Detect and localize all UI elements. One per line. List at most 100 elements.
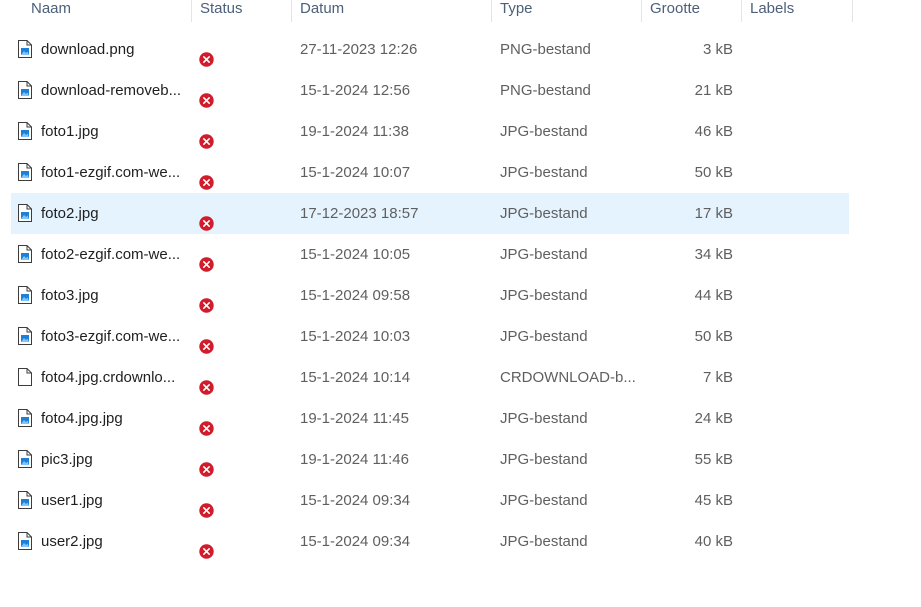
file-date: 15-1-2024 10:14: [300, 369, 411, 386]
image-file-icon: [18, 40, 32, 58]
file-list: download.png 27-11-2023 12:26 PNG-bestan…: [11, 29, 849, 562]
error-icon: [199, 493, 214, 518]
file-date: 15-1-2024 10:07: [300, 164, 411, 181]
file-type: JPG-bestand: [500, 492, 588, 509]
file-size: 34 kB: [694, 246, 733, 263]
error-icon: [199, 247, 214, 272]
error-icon: [199, 288, 214, 313]
column-header-status-label: Status: [200, 0, 243, 17]
status-cell: [199, 111, 217, 152]
column-header-name[interactable]: Naam: [0, 0, 192, 22]
file-size: 55 kB: [694, 451, 733, 468]
file-date: 15-1-2024 12:56: [300, 82, 411, 99]
file-row[interactable]: user1.jpg 15-1-2024 09:34 JPG-bestand 45…: [11, 480, 849, 521]
column-header-date[interactable]: Datum: [292, 0, 492, 22]
file-row[interactable]: user2.jpg 15-1-2024 09:34 JPG-bestand 40…: [11, 521, 849, 562]
column-header-type[interactable]: Type: [492, 0, 642, 22]
file-size: 7 kB: [702, 369, 733, 386]
status-cell: [199, 357, 217, 398]
image-file-icon: [18, 532, 32, 550]
file-row[interactable]: foto2-ezgif.com-we... 15-1-2024 10:05 JP…: [11, 234, 849, 275]
image-file-icon: [18, 163, 32, 181]
image-file-icon: [18, 204, 32, 222]
file-row[interactable]: foto2.jpg 17-12-2023 18:57 JPG-bestand 1…: [11, 193, 849, 234]
file-row[interactable]: download-removeb... 15-1-2024 12:56 PNG-…: [11, 70, 849, 111]
file-type: JPG-bestand: [500, 287, 588, 304]
error-icon: [199, 83, 214, 108]
error-icon: [199, 42, 214, 67]
file-name: download.png: [41, 41, 135, 58]
column-header-size[interactable]: Grootte: [642, 0, 742, 22]
file-date: 19-1-2024 11:46: [300, 451, 409, 468]
file-name: foto3-ezgif.com-we...: [41, 328, 181, 345]
file-row[interactable]: foto3-ezgif.com-we... 15-1-2024 10:03 JP…: [11, 316, 849, 357]
file-date: 17-12-2023 18:57: [300, 205, 419, 222]
file-name: download-removeb...: [41, 82, 182, 99]
status-cell: [199, 70, 217, 111]
file-row[interactable]: download.png 27-11-2023 12:26 PNG-bestan…: [11, 29, 849, 70]
file-size: 46 kB: [694, 123, 733, 140]
file-row[interactable]: foto1.jpg 19-1-2024 11:38 JPG-bestand 46…: [11, 111, 849, 152]
column-separator[interactable]: [852, 0, 853, 22]
file-name: foto4.jpg.jpg: [41, 410, 123, 427]
error-icon: [199, 534, 214, 559]
file-explorer-details-view: Naam Status Datum Type Grootte Labels do…: [0, 0, 921, 607]
image-file-icon: [18, 409, 32, 427]
column-header-labels[interactable]: Labels: [742, 0, 853, 22]
file-row[interactable]: foto4.jpg.jpg 19-1-2024 11:45 JPG-bestan…: [11, 398, 849, 439]
status-cell: [199, 439, 217, 480]
error-icon: [199, 124, 214, 149]
status-cell: [199, 152, 217, 193]
file-date: 27-11-2023 12:26: [300, 41, 418, 58]
image-file-icon: [18, 327, 32, 345]
file-row[interactable]: foto4.jpg.crdownlo... 15-1-2024 10:14 CR…: [11, 357, 849, 398]
column-header-name-label: Naam: [31, 0, 72, 17]
status-cell: [199, 193, 217, 234]
image-file-icon: [18, 491, 32, 509]
column-header-bar: Naam Status Datum Type Grootte Labels: [0, 0, 853, 22]
file-type: JPG-bestand: [500, 164, 588, 181]
file-date: 19-1-2024 11:38: [300, 123, 409, 140]
file-row[interactable]: foto1-ezgif.com-we... 15-1-2024 10:07 JP…: [11, 152, 849, 193]
error-icon: [199, 165, 214, 190]
file-size: 21 kB: [694, 82, 733, 99]
file-type: CRDOWNLOAD-b...: [500, 369, 636, 386]
file-type: JPG-bestand: [500, 328, 588, 345]
file-date: 15-1-2024 09:58: [300, 287, 411, 304]
file-size: 3 kB: [702, 41, 733, 58]
file-type: JPG-bestand: [500, 205, 588, 222]
file-size: 50 kB: [694, 328, 733, 345]
file-row[interactable]: foto3.jpg 15-1-2024 09:58 JPG-bestand 44…: [11, 275, 849, 316]
column-header-type-label: Type: [500, 0, 533, 17]
file-size: 44 kB: [694, 287, 733, 304]
column-header-status[interactable]: Status: [192, 0, 292, 22]
file-name: user2.jpg: [41, 533, 103, 550]
file-date: 19-1-2024 11:45: [300, 410, 409, 427]
image-file-icon: [18, 450, 32, 468]
file-size: 45 kB: [694, 492, 733, 509]
column-header-labels-label: Labels: [750, 0, 795, 17]
file-date: 15-1-2024 09:34: [300, 533, 411, 550]
file-type: JPG-bestand: [500, 123, 588, 140]
file-name: foto1-ezgif.com-we...: [41, 164, 181, 181]
file-size: 24 kB: [694, 410, 733, 427]
file-name: foto2-ezgif.com-we...: [41, 246, 181, 263]
error-icon: [199, 206, 214, 231]
status-cell: [199, 316, 217, 357]
file-date: 15-1-2024 10:03: [300, 328, 411, 345]
file-size: 50 kB: [694, 164, 733, 181]
file-type: JPG-bestand: [500, 533, 588, 550]
error-icon: [199, 329, 214, 354]
file-name: foto4.jpg.crdownlo...: [41, 369, 176, 386]
status-cell: [199, 521, 217, 562]
file-type: PNG-bestand: [500, 41, 591, 58]
file-row[interactable]: pic3.jpg 19-1-2024 11:46 JPG-bestand 55 …: [11, 439, 849, 480]
file-type: JPG-bestand: [500, 246, 588, 263]
status-cell: [199, 480, 217, 521]
file-size: 17 kB: [694, 205, 733, 222]
file-name: foto3.jpg: [41, 287, 99, 304]
file-name: pic3.jpg: [41, 451, 93, 468]
file-type: PNG-bestand: [500, 82, 591, 99]
file-size: 40 kB: [694, 533, 733, 550]
blank-file-icon: [18, 368, 32, 386]
